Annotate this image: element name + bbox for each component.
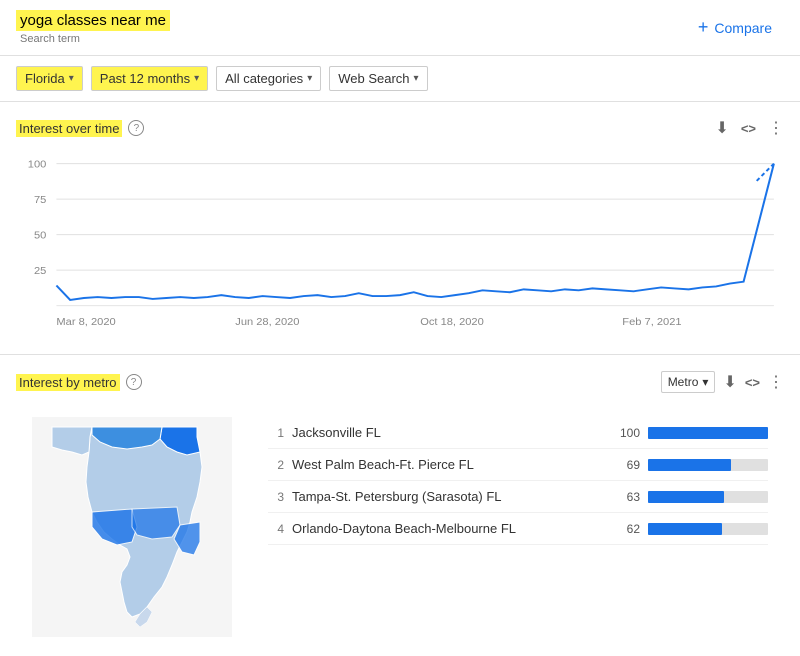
chart-svg: 100 75 50 25 Mar 8, 2020 Jun 28, 2020 Oc… — [16, 154, 784, 346]
filter-time[interactable]: Past 12 months ▾ — [91, 66, 208, 91]
filter-time-label: Past 12 months — [100, 71, 190, 86]
metro-dropdown-label: Metro — [668, 375, 699, 389]
plus-icon: + — [698, 17, 709, 38]
rank-value: 100 — [610, 426, 640, 440]
help-icon[interactable]: ? — [126, 374, 142, 390]
search-term: yoga classes near me — [16, 10, 170, 31]
section-header: Interest over time ? ⬇ <> ⋮ — [16, 118, 784, 138]
chevron-down-icon: ▾ — [702, 375, 708, 389]
svg-text:Jun 28, 2020: Jun 28, 2020 — [235, 316, 299, 328]
rank-number: 1 — [268, 426, 284, 440]
search-label: Search term — [16, 33, 170, 45]
florida-map — [32, 417, 252, 640]
interest-over-time-section: Interest over time ? ⬇ <> ⋮ 100 75 50 25 — [0, 102, 800, 355]
rank-value: 62 — [610, 522, 640, 536]
metro-dropdown[interactable]: Metro ▾ — [661, 371, 716, 393]
filters-bar: Florida ▾ Past 12 months ▾ All categorie… — [0, 56, 800, 102]
rank-label: West Palm Beach-Ft. Pierce FL — [292, 457, 602, 472]
filter-region[interactable]: Florida ▾ — [16, 66, 83, 91]
chevron-down-icon: ▾ — [414, 73, 419, 84]
rank-number: 3 — [268, 490, 284, 504]
metro-title-group: Interest by metro ? — [16, 374, 142, 391]
download-icon[interactable]: ⬇ — [715, 118, 728, 138]
embed-icon[interactable]: <> — [745, 375, 760, 390]
metro-section-header: Interest by metro ? Metro ▾ ⬇ <> ⋮ — [16, 371, 784, 393]
interest-by-metro-section: Interest by metro ? Metro ▾ ⬇ <> ⋮ — [0, 371, 800, 656]
rank-bar — [648, 427, 768, 439]
map-svg — [32, 417, 232, 637]
svg-text:Feb 7, 2021: Feb 7, 2021 — [622, 316, 681, 328]
svg-text:50: 50 — [34, 230, 46, 242]
interest-over-time-title: Interest over time — [16, 120, 122, 137]
rank-bar-container — [648, 459, 768, 471]
rank-bar-container — [648, 427, 768, 439]
compare-label: Compare — [714, 20, 772, 36]
rank-bar — [648, 523, 722, 535]
svg-text:Oct 18, 2020: Oct 18, 2020 — [420, 316, 484, 328]
rank-bar-container — [648, 523, 768, 535]
chevron-down-icon: ▾ — [69, 73, 74, 84]
download-icon[interactable]: ⬇ — [723, 372, 736, 392]
svg-text:100: 100 — [28, 159, 47, 171]
page-header: yoga classes near me Search term + Compa… — [0, 0, 800, 56]
rank-bar — [648, 459, 731, 471]
rank-number: 2 — [268, 458, 284, 472]
share-icon[interactable]: ⋮ — [768, 372, 784, 392]
chevron-down-icon: ▾ — [194, 73, 199, 84]
metro-actions: Metro ▾ ⬇ <> ⋮ — [661, 371, 784, 393]
rank-value: 69 — [610, 458, 640, 472]
section-title: Interest over time ? — [16, 120, 144, 137]
help-icon[interactable]: ? — [128, 120, 144, 136]
rank-number: 4 — [268, 522, 284, 536]
svg-text:25: 25 — [34, 265, 46, 277]
metro-content: 1 Jacksonville FL 100 2 West Palm Beach-… — [16, 401, 784, 656]
filter-category-label: All categories — [225, 71, 303, 86]
rank-label: Orlando-Daytona Beach-Melbourne FL — [292, 521, 602, 536]
ranking-row: 1 Jacksonville FL 100 — [268, 417, 768, 449]
rank-value: 63 — [610, 490, 640, 504]
rankings-list: 1 Jacksonville FL 100 2 West Palm Beach-… — [268, 417, 768, 640]
section-actions: ⬇ <> ⋮ — [715, 118, 784, 138]
interest-by-metro-title: Interest by metro — [16, 374, 120, 391]
chevron-down-icon: ▾ — [307, 73, 312, 84]
share-icon[interactable]: ⋮ — [768, 118, 784, 138]
svg-text:75: 75 — [34, 194, 46, 206]
rank-label: Jacksonville FL — [292, 425, 602, 440]
time-series-chart: 100 75 50 25 Mar 8, 2020 Jun 28, 2020 Oc… — [16, 146, 784, 346]
ranking-row: 2 West Palm Beach-Ft. Pierce FL 69 — [268, 449, 768, 481]
ranking-row: 3 Tampa-St. Petersburg (Sarasota) FL 63 — [268, 481, 768, 513]
filter-region-label: Florida — [25, 71, 65, 86]
filter-search-type-label: Web Search — [338, 71, 409, 86]
embed-icon[interactable]: <> — [741, 121, 756, 136]
search-term-container: yoga classes near me Search term — [16, 10, 170, 45]
trend-line — [56, 164, 773, 300]
compare-button[interactable]: + Compare — [686, 11, 784, 44]
ranking-row: 4 Orlando-Daytona Beach-Melbourne FL 62 — [268, 513, 768, 545]
filter-search-type[interactable]: Web Search ▾ — [329, 66, 427, 91]
rank-label: Tampa-St. Petersburg (Sarasota) FL — [292, 489, 602, 504]
rank-bar — [648, 491, 724, 503]
rank-bar-container — [648, 491, 768, 503]
filter-category[interactable]: All categories ▾ — [216, 66, 321, 91]
svg-text:Mar 8, 2020: Mar 8, 2020 — [56, 316, 115, 328]
